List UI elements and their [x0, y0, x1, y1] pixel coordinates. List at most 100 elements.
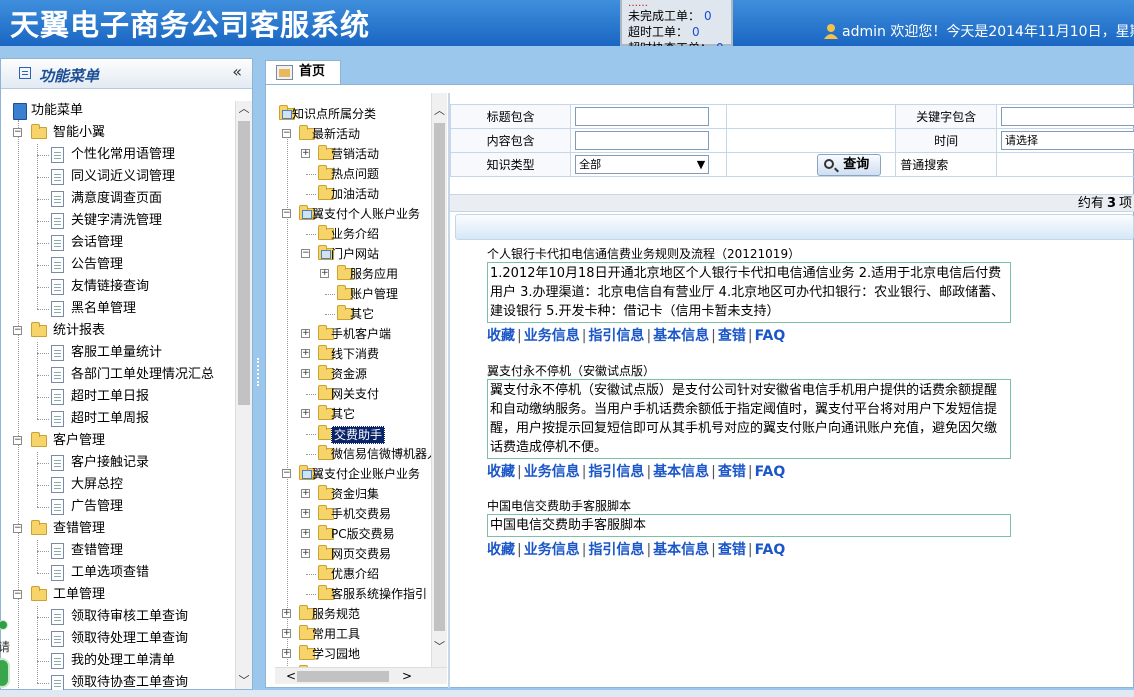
search-mode[interactable]: 普通搜索: [895, 152, 997, 177]
expand-toggle-icon[interactable]: +: [301, 409, 310, 418]
article-link[interactable]: 指引信息: [588, 464, 644, 480]
collapse-panel-icon[interactable]: «: [232, 62, 242, 81]
expand-toggle-icon[interactable]: +: [320, 269, 329, 278]
collapse-toggle-icon[interactable]: −: [13, 436, 22, 445]
knowledge-node[interactable]: 业务介绍: [275, 224, 431, 244]
knowledge-node[interactable]: 热点问题: [275, 164, 431, 184]
knowledge-node[interactable]: + PC版交费易: [275, 524, 431, 544]
scroll-up-icon[interactable]: ︿: [432, 103, 447, 119]
floating-help-badge[interactable]: 请: [0, 620, 10, 688]
collapse-toggle-icon[interactable]: −: [13, 326, 22, 335]
knowledge-node[interactable]: 优惠介绍: [275, 564, 431, 584]
search-button[interactable]: 查询: [817, 153, 882, 176]
article-link[interactable]: 收藏: [487, 542, 515, 558]
knowledge-node[interactable]: + 常用工具: [275, 624, 431, 644]
knowledge-type-select[interactable]: 全部 ▼: [575, 155, 710, 174]
ticket-count[interactable]: 0: [692, 25, 700, 39]
scroll-thumb[interactable]: [238, 121, 250, 405]
expand-toggle-icon[interactable]: +: [301, 349, 310, 358]
menu-group[interactable]: − 查错管理: [1, 518, 235, 540]
tab-home[interactable]: 首页: [265, 60, 341, 84]
expand-toggle-icon[interactable]: +: [282, 629, 291, 638]
knowledge-node[interactable]: + 服务规范: [275, 604, 431, 624]
knowledge-node[interactable]: − 翼支付企业账户业务: [275, 464, 431, 484]
article-link[interactable]: 收藏: [487, 464, 515, 480]
time-select[interactable]: 请选择: [1000, 131, 1134, 150]
scroll-down-icon[interactable]: ﹀: [236, 673, 252, 689]
knowledge-node[interactable]: − 翼支付个人账户业务: [275, 204, 431, 224]
article-link[interactable]: 查错: [718, 464, 746, 480]
collapse-toggle-icon[interactable]: −: [13, 128, 22, 137]
knowledge-tree-vscroll[interactable]: ︿ ﹀: [431, 93, 447, 667]
expand-toggle-icon[interactable]: +: [301, 549, 310, 558]
knowledge-node[interactable]: + 资金源: [275, 364, 431, 384]
scroll-right-icon[interactable]: >: [399, 668, 415, 685]
article-link[interactable]: FAQ: [755, 542, 786, 558]
knowledge-node[interactable]: 加油活动: [275, 184, 431, 204]
collapse-toggle-icon[interactable]: −: [282, 469, 291, 478]
knowledge-node[interactable]: − 门户网站: [275, 244, 431, 264]
ticket-unfinished[interactable]: 未完成工单： 0: [628, 8, 725, 24]
collapse-toggle-icon[interactable]: −: [282, 209, 291, 218]
article-link[interactable]: 指引信息: [588, 542, 644, 558]
ticket-overdue[interactable]: 超时工单： 0: [628, 24, 725, 40]
article-link[interactable]: 业务信息: [524, 464, 580, 480]
collapse-toggle-icon[interactable]: −: [282, 129, 291, 138]
expand-toggle-icon[interactable]: +: [301, 489, 310, 498]
article-link[interactable]: 基本信息: [653, 328, 709, 344]
menu-group[interactable]: − 客户管理: [1, 430, 235, 452]
scroll-up-icon[interactable]: ︿: [236, 101, 252, 117]
expand-toggle-icon[interactable]: +: [282, 649, 291, 658]
keyword-input[interactable]: [1000, 107, 1134, 126]
menu-group[interactable]: − 工单管理: [1, 584, 235, 606]
collapse-toggle-icon[interactable]: −: [13, 590, 22, 599]
knowledge-node[interactable]: 客服系统操作指引: [275, 584, 431, 604]
knowledge-node[interactable]: + 学习园地: [275, 644, 431, 664]
article-link[interactable]: FAQ: [755, 464, 786, 480]
knowledge-node[interactable]: 账户管理: [275, 284, 431, 304]
knowledge-node[interactable]: + 资金归集: [275, 484, 431, 504]
knowledge-node[interactable]: + 手机交费易: [275, 504, 431, 524]
menu-root[interactable]: 功能菜单: [1, 100, 235, 122]
scroll-thumb[interactable]: [297, 671, 389, 682]
knowledge-node[interactable]: 微信易信微博机器人: [275, 444, 431, 464]
knowledge-node[interactable]: + 线下消费: [275, 344, 431, 364]
article-link[interactable]: 业务信息: [524, 328, 580, 344]
article-link[interactable]: 指引信息: [588, 328, 644, 344]
menu-scrollbar[interactable]: ︿ ﹀: [235, 101, 252, 689]
knowledge-node[interactable]: + 手机客户端: [275, 324, 431, 344]
panel-splitter[interactable]: [255, 58, 263, 690]
scroll-thumb[interactable]: [434, 123, 445, 631]
collapse-toggle-icon[interactable]: −: [301, 249, 310, 258]
ticket-count[interactable]: 0: [704, 9, 712, 23]
expand-toggle-icon[interactable]: +: [301, 149, 310, 158]
knowledge-node[interactable]: − 最新活动: [275, 124, 431, 144]
article-title[interactable]: 翼支付永不停机（安徽试点版）: [487, 363, 1011, 379]
knowledge-node[interactable]: + 其它: [275, 404, 431, 424]
knowledge-node[interactable]: + 营销活动: [275, 144, 431, 164]
expand-toggle-icon[interactable]: +: [301, 509, 310, 518]
article-link[interactable]: FAQ: [755, 328, 786, 344]
knowledge-node[interactable]: + 网页交费易: [275, 544, 431, 564]
article-title[interactable]: 个人银行卡代扣电信通信费业务规则及流程（20121019）: [487, 246, 1011, 262]
knowledge-node[interactable]: 交费助手: [275, 424, 431, 444]
article-link[interactable]: 查错: [718, 328, 746, 344]
content-input[interactable]: [575, 131, 710, 150]
menu-group[interactable]: − 智能小翼: [1, 122, 235, 144]
article-link[interactable]: 收藏: [487, 328, 515, 344]
article-link[interactable]: 基本信息: [653, 464, 709, 480]
knowledge-root[interactable]: 知识点所属分类: [275, 104, 431, 124]
article-link[interactable]: 查错: [718, 542, 746, 558]
knowledge-node[interactable]: 其它: [275, 304, 431, 324]
article-link[interactable]: 业务信息: [524, 542, 580, 558]
expand-toggle-icon[interactable]: +: [301, 529, 310, 538]
expand-toggle-icon[interactable]: +: [282, 609, 291, 618]
expand-toggle-icon[interactable]: +: [301, 369, 310, 378]
knowledge-node[interactable]: 网关支付: [275, 384, 431, 404]
expand-toggle-icon[interactable]: +: [301, 329, 310, 338]
menu-group[interactable]: − 统计报表: [1, 320, 235, 342]
scroll-down-icon[interactable]: ﹀: [432, 639, 447, 655]
knowledge-tree-hscroll[interactable]: < >: [275, 667, 447, 684]
title-input[interactable]: [575, 107, 710, 126]
knowledge-node[interactable]: + 服务应用: [275, 264, 431, 284]
